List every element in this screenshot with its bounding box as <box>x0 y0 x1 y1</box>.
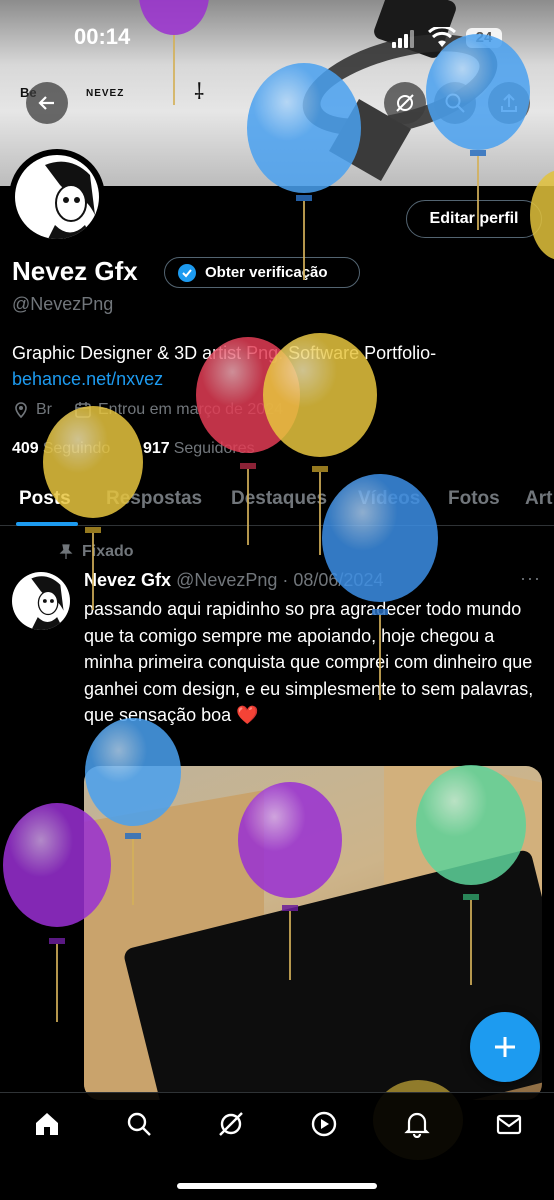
grok-icon <box>396 94 414 112</box>
nav-video[interactable] <box>309 1109 339 1139</box>
messages-icon <box>496 1114 522 1135</box>
bio-text: Graphic Designer & 3D artist Png. Softwa… <box>12 343 437 363</box>
share-icon <box>501 93 517 112</box>
tab-articles[interactable]: Art <box>525 488 552 510</box>
tab-highlights[interactable]: Destaques <box>231 488 327 510</box>
grok-icon <box>219 1112 243 1136</box>
followers-label: Seguidores <box>173 440 255 457</box>
tab-indicator <box>16 522 78 526</box>
notifications-icon <box>404 1112 430 1138</box>
profile-bio: Graphic Designer & 3D artist Png. Softwa… <box>12 340 542 392</box>
location-icon <box>15 402 27 419</box>
video-icon <box>311 1111 337 1137</box>
plus-icon <box>495 1037 515 1057</box>
signal-icon <box>392 30 414 48</box>
grok-button[interactable] <box>384 82 426 124</box>
search-icon <box>127 1112 151 1136</box>
post-header: Nevez Gfx @NevezPng · 08/06/2024 <box>84 570 383 591</box>
followers-count: 917 <box>143 440 170 457</box>
following-count: 409 <box>12 440 39 457</box>
tab-photos[interactable]: Fotos <box>448 488 500 510</box>
post-handle-date: @NevezPng · 08/06/2024 <box>176 570 384 590</box>
profile-handle: @NevezPng <box>12 294 114 314</box>
banner-logo: NEVEZ <box>86 88 125 99</box>
pinned-text: Fixado <box>82 543 134 560</box>
calendar-icon <box>75 402 91 418</box>
location-text: Br <box>36 401 52 418</box>
nav-messages[interactable] <box>494 1109 524 1139</box>
profile-avatar[interactable] <box>9 149 105 245</box>
following-link[interactable]: 409 Seguindo <box>12 440 110 458</box>
get-verified-button[interactable]: Obter verificação <box>164 257 360 288</box>
edit-profile-button[interactable]: Editar perfil <box>406 200 542 238</box>
avatar-illustration <box>31 576 64 630</box>
banner-glyph: ⸸ <box>194 79 205 104</box>
more-options-button[interactable]: ··· <box>520 568 541 589</box>
compose-button[interactable] <box>470 1012 540 1082</box>
share-button[interactable] <box>488 82 530 124</box>
back-button[interactable] <box>26 82 68 124</box>
profile-location: Br <box>12 401 52 419</box>
arrow-left-icon <box>38 96 54 110</box>
post-text: passando aqui rapidinho so pra agradecer… <box>84 599 534 725</box>
nav-search[interactable] <box>124 1109 154 1139</box>
nav-notifications[interactable] <box>402 1109 432 1139</box>
home-indicator <box>177 1183 377 1189</box>
wifi-icon <box>428 27 456 47</box>
profile-display-name: Nevez Gfx <box>12 256 138 286</box>
get-verified-label: Obter verificação <box>205 264 328 281</box>
home-icon <box>36 1113 58 1135</box>
profile-joined: Entrou em março de 2024 <box>74 401 283 419</box>
status-bar: 00:14 24 <box>0 0 554 74</box>
profile-tabs: Posts Respostas Destaques Vídeos Fotos A… <box>0 474 554 526</box>
nav-home[interactable] <box>32 1109 62 1139</box>
verified-badge-icon <box>178 263 196 282</box>
tab-videos[interactable]: Vídeos <box>358 488 420 510</box>
post-author[interactable]: Nevez Gfx <box>84 570 171 590</box>
search-button[interactable] <box>434 82 476 124</box>
tab-replies[interactable]: Respostas <box>106 488 202 510</box>
followers-link[interactable]: 917 Seguidores <box>143 440 255 458</box>
nav-grok[interactable] <box>216 1109 246 1139</box>
pin-icon <box>59 544 73 559</box>
following-label: Seguindo <box>42 440 111 457</box>
avatar-illustration <box>45 161 95 239</box>
search-icon <box>445 93 465 113</box>
pinned-label: Fixado <box>58 543 134 561</box>
battery-icon: 24 <box>466 28 502 48</box>
joined-text: Entrou em março de 2024 <box>98 401 283 418</box>
post-avatar[interactable] <box>12 572 70 630</box>
bio-link[interactable]: behance.net/nxvez <box>12 369 163 389</box>
status-time: 00:14 <box>74 24 131 49</box>
tab-posts[interactable]: Posts <box>19 488 71 510</box>
